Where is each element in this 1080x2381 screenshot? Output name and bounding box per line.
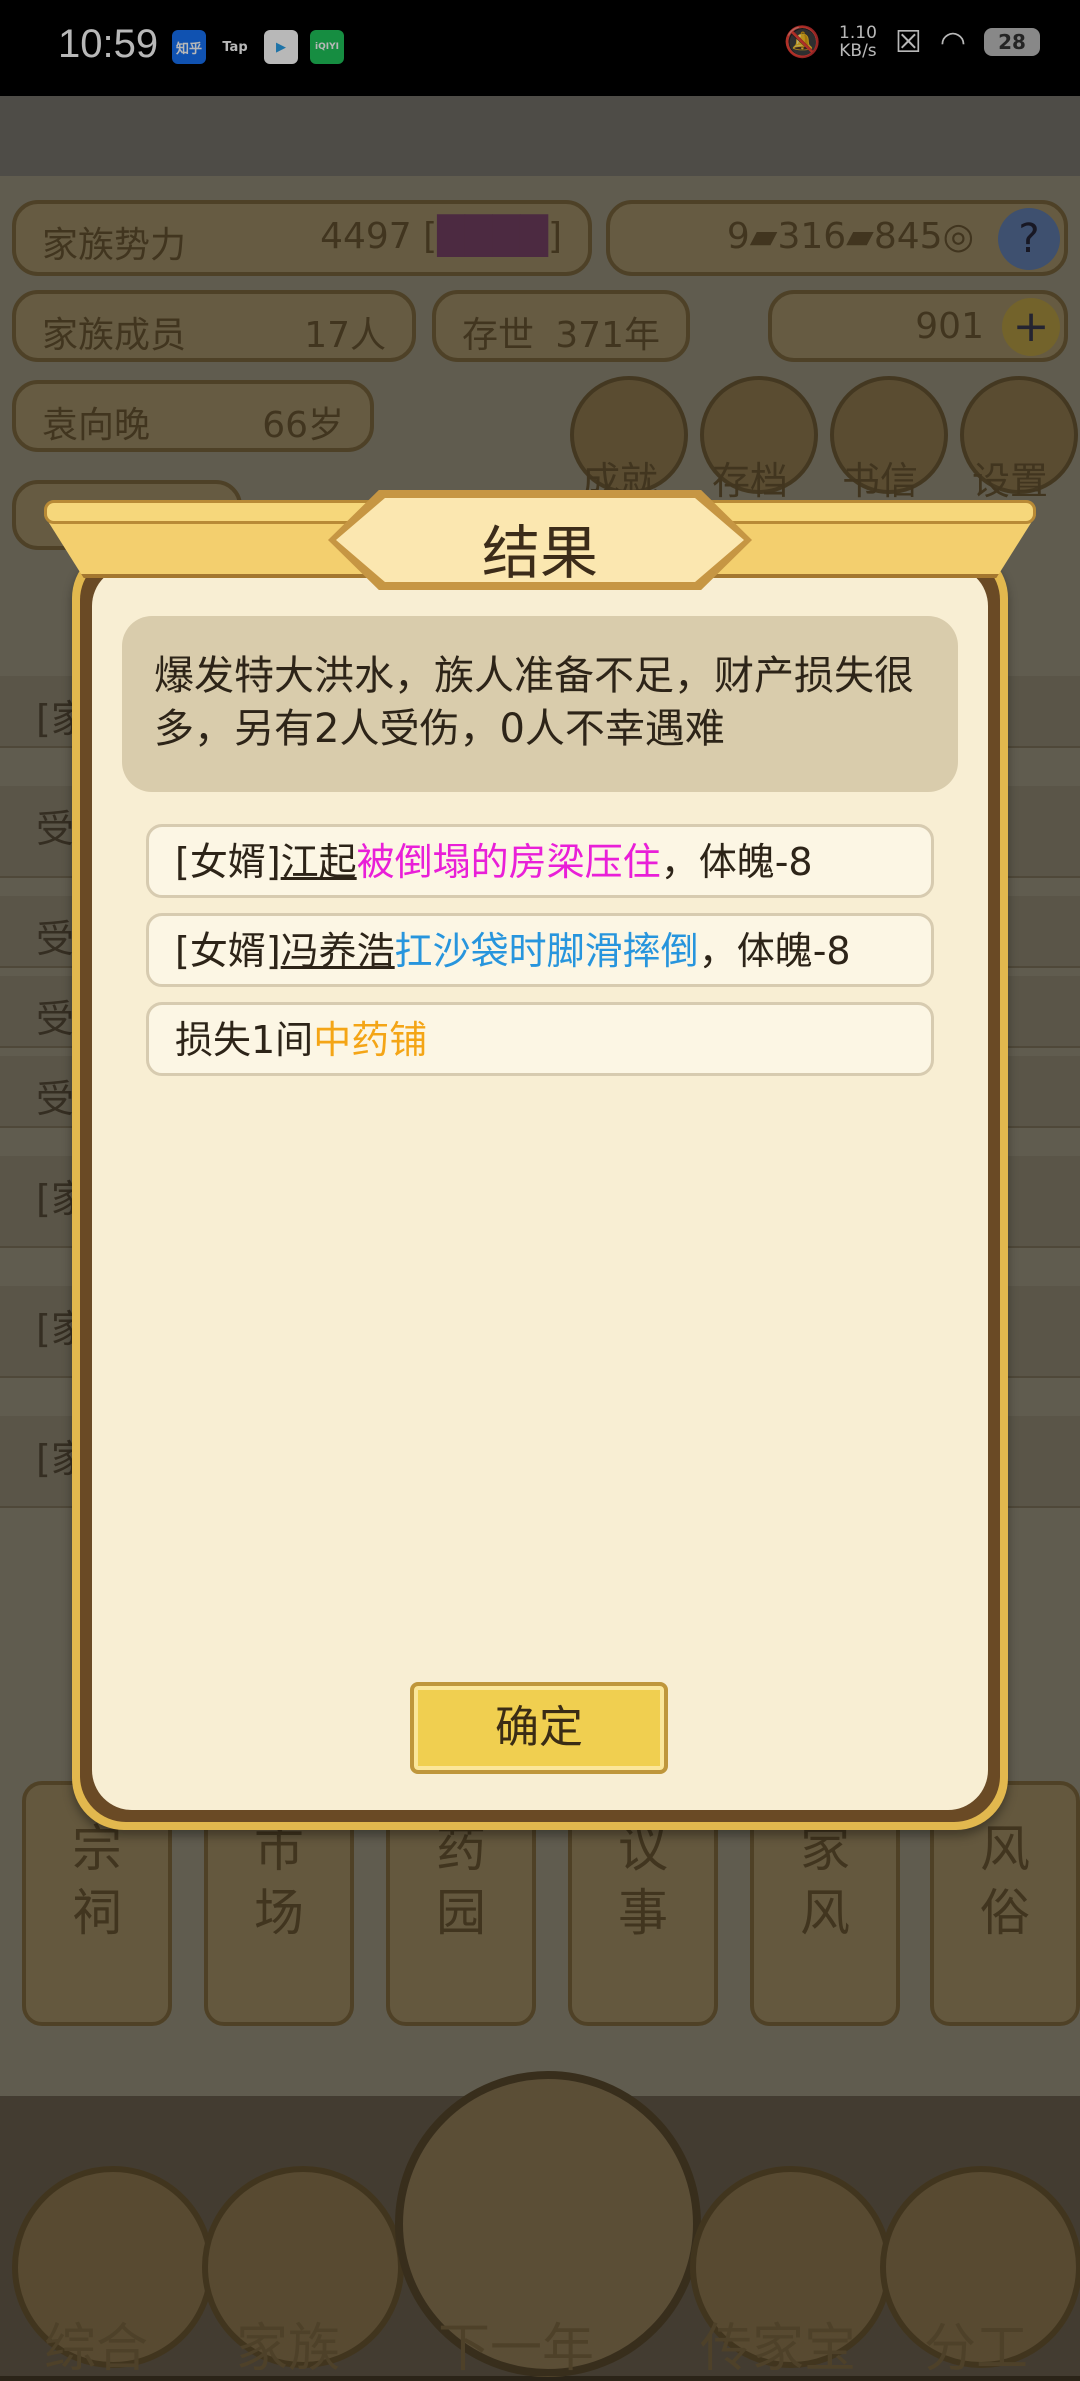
confirm-button[interactable]: 确定 [410, 1682, 668, 1774]
role-tag: [女婿] [175, 929, 281, 973]
building-name: 中药铺 [313, 1018, 428, 1062]
person-name[interactable]: 冯养浩 [281, 929, 395, 973]
event-text: 被倒塌的房梁压住 [356, 840, 661, 884]
event-text: 扛沙袋时脚滑摔倒 [394, 929, 699, 973]
effect-text: ，体魄-8 [660, 840, 813, 884]
dialog-title-plate: 结果 [328, 490, 752, 590]
result-item: [女婿]冯养浩扛沙袋时脚滑摔倒，体魄-8 [146, 913, 934, 987]
dialog-title: 结果 [481, 519, 598, 587]
result-item: 损失1间中药铺 [146, 1002, 934, 1076]
effect-text: ，体魄-8 [698, 929, 851, 973]
role-tag: [女婿] [175, 840, 281, 884]
person-name[interactable]: 江起 [281, 840, 357, 884]
result-item: [女婿]江起被倒塌的房梁压住，体魄-8 [146, 824, 934, 898]
event-summary: 爆发特大洪水，族人准备不足，财产损失很多，另有2人受伤，0人不幸遇难 [122, 616, 958, 792]
loss-text: 损失1间 [175, 1018, 314, 1062]
